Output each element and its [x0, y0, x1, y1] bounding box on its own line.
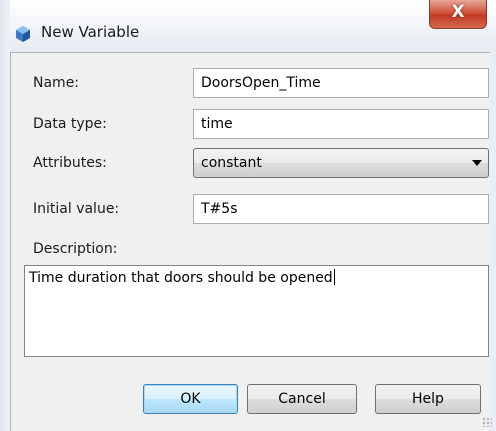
description-textarea[interactable]: Time duration that doors should be opene… [24, 265, 489, 357]
close-button[interactable]: X [429, 0, 487, 29]
window-title: New Variable [41, 23, 140, 41]
window-frame-right [490, 52, 496, 431]
resize-grip[interactable] [482, 417, 492, 427]
window-frame-left [0, 0, 10, 431]
data-type-label: Data type: [33, 116, 107, 132]
description-text: Time duration that doors should be opene… [29, 270, 333, 286]
new-variable-dialog: New Variable X Name: DoorsOpen_Time Data… [0, 0, 496, 431]
description-label: Description: [33, 241, 118, 257]
initial-value-field[interactable]: T#5s [193, 194, 489, 224]
ok-button[interactable]: OK [143, 384, 238, 414]
cancel-button[interactable]: Cancel [247, 384, 357, 414]
attributes-selected-value: constant [201, 155, 262, 171]
data-type-field[interactable]: time [193, 109, 489, 139]
name-field[interactable]: DoorsOpen_Time [193, 68, 489, 98]
help-button[interactable]: Help [375, 384, 481, 414]
attributes-select[interactable]: constant [193, 148, 489, 178]
initial-value-label: Initial value: [33, 201, 120, 217]
close-icon: X [451, 2, 465, 22]
title-bar[interactable]: New Variable X [0, 0, 496, 52]
chevron-down-icon [472, 160, 482, 166]
name-label: Name: [33, 75, 80, 91]
text-caret [333, 269, 335, 285]
variable-cube-icon [16, 26, 30, 42]
attributes-label: Attributes: [33, 155, 107, 171]
